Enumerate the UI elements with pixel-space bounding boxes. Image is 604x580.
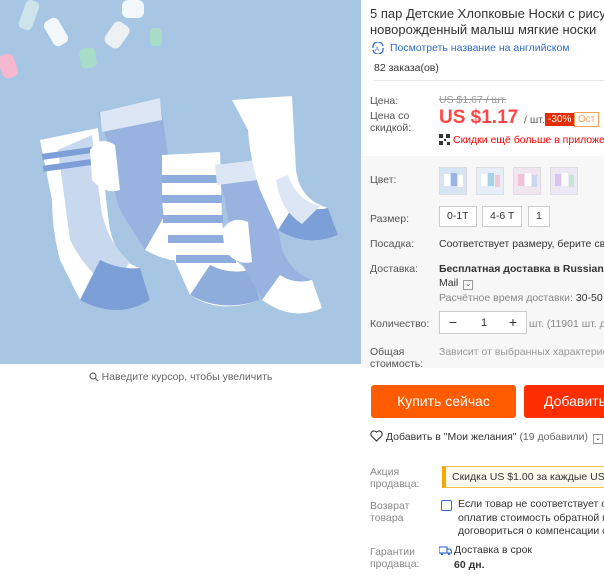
wishlist-text[interactable]: Добавить в "Мои желания" (386, 431, 517, 443)
socks-photo (0, 0, 361, 364)
delivery-method: Mail (439, 277, 459, 289)
divider (374, 80, 604, 81)
seller-promo-label-line-1: Акция (370, 466, 400, 478)
color-swatch-2[interactable] (476, 167, 504, 195)
guarantee-text: Доставка в срок (454, 544, 533, 556)
orders-count: 82 заказа(ов) (374, 62, 439, 74)
zoom-hint-text: Наведите курсор, чтобы увеличить (101, 371, 273, 383)
svg-text:A: A (375, 47, 379, 53)
wishlist-link[interactable]: Добавить в "Мои желания" (19 добавили) ⌄ (370, 430, 603, 444)
guarantee-label-line-2: продавца: (370, 558, 420, 570)
quantity-stepper: − 1 + (439, 311, 527, 334)
delivery-mail[interactable]: Mail ⌄ (439, 277, 474, 290)
old-price: US $1.67 / шт. (439, 94, 507, 106)
color-label: Цвет: (370, 174, 397, 186)
quantity-label: Количество: (370, 318, 430, 330)
qr-code-icon (439, 134, 450, 145)
heart-icon (370, 430, 383, 442)
fit-label: Посадка: (370, 238, 415, 250)
fit-value: Соответствует размеру, берите свой (439, 238, 604, 250)
returns-label: Возврат товара (370, 500, 409, 524)
quantity-input[interactable]: 1 (470, 317, 498, 329)
discount-badge: -30% (545, 113, 575, 126)
size-option-1[interactable]: 1 (528, 206, 550, 227)
delivery-truck-icon (439, 546, 452, 556)
add-to-cart-button[interactable]: Добавить (524, 385, 604, 418)
discount-label-line-2: скидкой: (370, 122, 412, 134)
quantity-minus-button[interactable]: − (444, 314, 462, 330)
stock-info: шт. (11901 шт. д (529, 318, 604, 330)
chevron-down-icon[interactable]: ⌄ (592, 434, 603, 444)
chevron-down-icon[interactable]: ⌄ (463, 280, 474, 290)
returns-text: Если товар не соответствует опи оплатив … (458, 498, 604, 539)
zoom-hint: Наведите курсор, чтобы увеличить (0, 371, 361, 385)
seller-promo-label: Акция продавца: (370, 466, 419, 490)
guarantee-label-line-1: Гарантии (370, 546, 415, 558)
guarantee-label: Гарантии продавца: (370, 546, 419, 570)
size-option-4-6t[interactable]: 4-6 T (482, 206, 523, 227)
delivery-time: Расчётное время доставки: 30-50 д (439, 292, 604, 304)
delivery-time-label: Расчётное время доставки: (439, 292, 573, 304)
returns-line-3: договориться о компенсации с п (458, 525, 604, 537)
return-policy-icon (441, 500, 452, 511)
total-label-line-2: стоимость: (370, 358, 424, 370)
guarantee-days: 60 дн. (454, 559, 485, 571)
size-label: Размер: (370, 213, 410, 225)
discount-price-label: Цена со скидкой: (370, 110, 411, 134)
quantity-plus-button[interactable]: + (504, 314, 522, 330)
returns-label-line-2: товара (370, 512, 404, 524)
delivery-time-value: 30-50 д (575, 292, 604, 304)
wishlist-count: (19 добавили) (519, 431, 589, 443)
title-line-2: новорожденный малыш мягкие носки (370, 22, 597, 37)
total-label-line-1: Общая (370, 346, 405, 358)
color-swatch-3[interactable] (513, 167, 541, 195)
product-title: 5 пар Детские Хлопковые Носки с рисунк н… (370, 6, 604, 38)
total-value: Зависит от выбранных характерист (439, 346, 604, 358)
current-price: US $1.17 (439, 107, 519, 128)
more-discount-badge: Ост (574, 112, 600, 127)
price-unit: / шт. (524, 114, 545, 126)
color-swatch-4[interactable] (550, 167, 578, 195)
buy-now-button[interactable]: Купить сейчас (371, 385, 516, 418)
color-swatch-1[interactable] (439, 167, 467, 195)
delivery-label: Доставка: (370, 263, 419, 275)
title-line-1: 5 пар Детские Хлопковые Носки с рисунк (370, 6, 604, 21)
product-info: 5 пар Детские Хлопковые Носки с рисунк н… (362, 0, 604, 580)
translate-icon: A (372, 41, 384, 55)
magnifier-icon (88, 372, 99, 385)
price-label: Цена: (370, 95, 399, 107)
returns-line-2: оплатив стоимость обратной пе (458, 511, 604, 524)
translate-link-text[interactable]: Посмотреть название на английском (390, 42, 570, 54)
product-image[interactable] (0, 0, 361, 364)
returns-line-1: Если товар не соответствует опи (458, 498, 604, 510)
app-promo-text[interactable]: Скидки ещё больше в приложен (453, 134, 604, 146)
total-label: Общая стоимость: (370, 346, 423, 370)
returns-label-line-1: Возврат (370, 500, 410, 512)
seller-promo-box: Скидка US $1.00 за каждые US $9. (442, 466, 604, 488)
app-promo-link[interactable]: Скидки ещё больше в приложен (439, 134, 604, 146)
discount-label-line-1: Цена со (370, 110, 410, 122)
seller-promo-label-line-2: продавца: (370, 478, 420, 490)
delivery-value: Бесплатная доставка в Russian Fe (439, 263, 604, 275)
size-option-0-1t[interactable]: 0-1T (439, 206, 477, 227)
translate-link[interactable]: A Посмотреть название на английском (370, 41, 570, 55)
